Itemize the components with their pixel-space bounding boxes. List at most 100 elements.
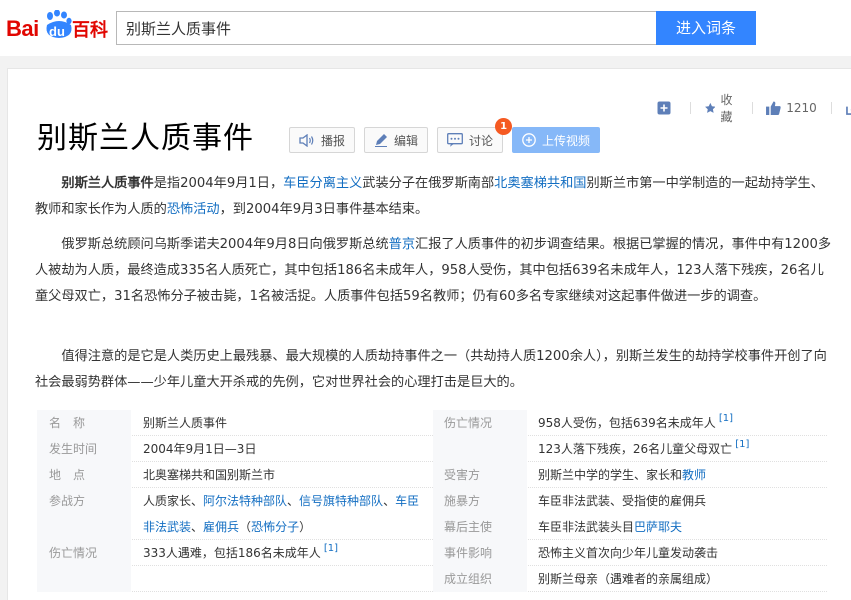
entry-card: 收藏 1210 89 别斯兰人质事件 播报 编辑 讨论 1 上传视频 — [7, 68, 851, 600]
link-terrorists[interactable]: 恐怖分子 — [251, 520, 299, 534]
upload-video-button[interactable]: 上传视频 — [512, 127, 601, 153]
info-label-casualties-left: 伤亡情况 — [49, 546, 98, 560]
info-label-time: 发生时间 — [49, 442, 98, 456]
collect-button[interactable]: 收藏 — [704, 91, 738, 125]
term-bold: 别斯兰人质事件 — [61, 176, 154, 191]
text-span: 是指2004年9月1日， — [153, 176, 284, 191]
tool-divider — [690, 102, 691, 114]
tool-divider — [830, 102, 832, 114]
separator-text: 、 — [191, 520, 204, 534]
speaker-icon — [299, 133, 314, 147]
link-putin[interactable]: 普京 — [389, 237, 415, 252]
info-value-impact: 恐怖主义首次向少年儿童发动袭击 — [538, 546, 719, 560]
paren-text: ） — [299, 520, 312, 534]
paren-text: （ — [239, 520, 252, 534]
plus-square-icon — [657, 101, 671, 115]
page-title: 别斯兰人质事件 — [37, 121, 254, 156]
summary-paragraph-1: 别斯兰人质事件是指2004年9月1日，车臣分离主义武装分子在俄罗斯南部北奥塞梯共… — [35, 171, 832, 223]
like-count: 1210 — [786, 101, 817, 115]
info-value-name: 别斯兰人质事件 — [143, 416, 228, 430]
baidu-baike-logo[interactable]: Bai du 百科 — [6, 10, 108, 42]
info-value-place: 北奥塞梯共和国别斯兰市 — [143, 468, 276, 482]
link-mercenaries[interactable]: 雇佣兵 — [203, 520, 239, 534]
link-alpha-group[interactable]: 阿尔法特种部队 — [203, 494, 287, 508]
link-chechen-separatism[interactable]: 车臣分离主义 — [283, 176, 362, 191]
info-row: 伤亡情况 333人遇难，包括186名未成年人 [1] 事件影响 恐怖主义首次向少年… — [37, 540, 827, 566]
link-terrorist-activity[interactable]: 恐怖活动 — [167, 202, 220, 217]
logo-bai-text: Bai — [6, 16, 39, 41]
search-input[interactable] — [116, 11, 657, 45]
info-row-tall: 参战方 人质家长、阿尔法特种部队、信号旗特种部队、车臣 非法武装、雇佣兵（恐怖分… — [37, 488, 827, 540]
broadcast-button[interactable]: 播报 — [289, 127, 356, 153]
edit-button[interactable]: 编辑 — [364, 127, 429, 153]
reference-link[interactable]: [1] — [719, 413, 733, 424]
summary-paragraph-3: 值得注意的是它是人类历史上最残暴、最大规模的人质劫持事件之一（共劫持人质1200… — [35, 344, 832, 396]
summary-paragraph-2: 俄罗斯总统顾问乌斯季诺夫2004年9月8日向俄罗斯总统普京汇报了人质事件的初步调… — [35, 232, 832, 310]
label-background — [433, 436, 527, 462]
value-text: 123人落下残疾，26名儿童父母双亡 — [538, 442, 733, 456]
info-value-casualties-disabled: 123人落下残疾，26名儿童父母双亡 [1] — [538, 436, 749, 462]
separator-text: 、 — [383, 494, 396, 508]
info-row: 名 称 别斯兰人质事件 伤亡情况 958人受伤，包括639名未成年人 [1] — [37, 410, 827, 436]
info-label-place: 地 点 — [49, 468, 86, 482]
broadcast-label: 播报 — [321, 133, 346, 148]
entry-action-buttons: 播报 编辑 讨论 1 上传视频 — [289, 118, 609, 153]
like-button[interactable]: 1210 — [766, 101, 817, 115]
label-background — [37, 566, 131, 592]
info-value-mastermind: 车臣非法武装头目巴萨耶夫 — [538, 514, 682, 540]
info-row: 成立组织 别斯兰母亲（遇难者的亲属组成） — [37, 566, 827, 592]
value-text: 333人遇难，包括186名未成年人 — [143, 546, 321, 560]
separator-text: 、 — [287, 494, 300, 508]
info-value-perpetrators: 车臣非法武装、受指使的雇佣兵 — [538, 494, 707, 508]
plus-circle-icon — [522, 133, 536, 147]
link-north-ossetia[interactable]: 北奥塞梯共和国 — [494, 176, 586, 191]
value-text: 别斯兰中学的学生、家长和 — [538, 468, 683, 482]
discuss-notification-badge: 1 — [495, 118, 513, 135]
info-label-perpetrators: 施暴方 — [444, 494, 481, 508]
reference-link[interactable]: [1] — [735, 439, 749, 450]
link-illegal-armed-groups[interactable]: 非法武装 — [143, 520, 191, 534]
info-value-combatants-line2: 非法武装、雇佣兵（恐怖分子） — [143, 514, 311, 540]
top-bar: Bai du 百科 进入词条 — [0, 0, 851, 56]
collect-label: 收藏 — [720, 93, 733, 124]
share-icon — [845, 106, 851, 115]
thumbs-up-icon — [766, 101, 781, 115]
logo-baike-text: 百科 — [72, 20, 108, 41]
entry-tools: 收藏 1210 89 — [657, 93, 851, 124]
text-span: 值得注意的是它是人类历史上最残暴、最大规模的人质劫持事件之一（共劫持人质1200… — [35, 349, 827, 390]
info-label-impact: 事件影响 — [444, 546, 493, 560]
enter-entry-button[interactable]: 进入词条 — [656, 11, 756, 45]
upload-video-label: 上传视频 — [542, 133, 591, 148]
text-span: 俄罗斯总统顾问乌斯季诺夫2004年9月8日向俄罗斯总统 — [61, 237, 389, 252]
info-value-time: 2004年9月1日—3日 — [143, 442, 257, 456]
share-button[interactable]: 89 — [845, 101, 851, 115]
text-span: 武装分子在俄罗斯南部 — [362, 176, 495, 191]
discuss-button[interactable]: 讨论 1 — [437, 118, 513, 153]
pencil-icon — [375, 134, 388, 147]
star-icon — [704, 102, 716, 113]
discuss-label: 讨论 — [469, 133, 494, 148]
reference-link[interactable]: [1] — [324, 543, 338, 554]
info-value-organization: 别斯兰母亲（遇难者的亲属组成） — [538, 572, 719, 586]
info-label-name: 名 称 — [49, 416, 86, 430]
add-button[interactable] — [657, 101, 676, 115]
info-row: 地 点 北奥塞梯共和国别斯兰市 受害方 别斯兰中学的学生、家长和教师 — [37, 462, 827, 488]
info-label-organization: 成立组织 — [444, 572, 493, 586]
info-label-combatants: 参战方 — [49, 494, 86, 508]
link-teachers[interactable]: 教师 — [682, 468, 706, 482]
text-span: ，到2004年9月3日事件基本结束。 — [219, 202, 429, 217]
value-text: 958人受伤，包括639名未成年人 — [538, 416, 716, 430]
info-row: 发生时间 2004年9月1日—3日 123人落下残疾，26名儿童父母双亡 [1] — [37, 436, 827, 462]
tool-divider — [751, 102, 753, 114]
link-basayev[interactable]: 巴萨耶夫 — [634, 520, 682, 534]
info-label-mastermind: 幕后主使 — [444, 520, 493, 534]
value-text: 车臣非法武装头目 — [538, 520, 635, 534]
chat-bubble-icon — [447, 133, 463, 147]
link-vympel-group[interactable]: 信号旗特种部队 — [299, 494, 383, 508]
link-chechen[interactable]: 车臣 — [395, 494, 419, 508]
edit-label: 编辑 — [394, 133, 419, 148]
info-value-casualties-injured: 958人受伤，包括639名未成年人 [1] — [538, 410, 733, 436]
info-label-casualties-right: 伤亡情况 — [444, 416, 493, 430]
info-value-victims: 别斯兰中学的学生、家长和教师 — [538, 462, 706, 488]
info-label-victims: 受害方 — [444, 468, 481, 482]
